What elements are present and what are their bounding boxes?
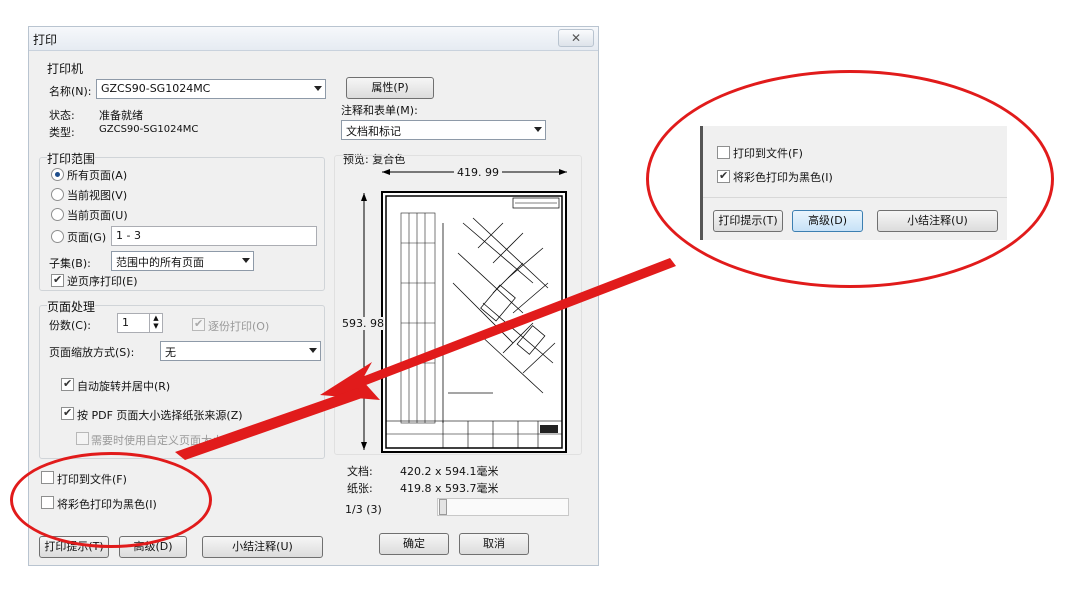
radio-current-page[interactable] (51, 208, 64, 221)
auto-rotate-checkbox[interactable] (61, 377, 74, 391)
radio-current-view[interactable] (51, 188, 64, 201)
chevron-down-icon (314, 86, 322, 91)
stepper-arrows-icon[interactable]: ▲ ▼ (149, 314, 162, 332)
radio-pages-label[interactable]: 页面(G) (67, 229, 106, 245)
radio-all-pages[interactable] (51, 168, 64, 181)
page-handling-title: 页面处理 (47, 298, 96, 315)
close-button[interactable]: ✕ (558, 29, 594, 47)
window-title: 打印 (33, 33, 58, 47)
collate-label[interactable]: 逐份打印(O) (208, 318, 269, 334)
scaling-label: 页面缩放方式(S): (49, 346, 135, 359)
chevron-down-icon (534, 127, 542, 132)
doc-size-label: 文档: (347, 465, 373, 478)
printer-group-title: 打印机 (47, 62, 84, 76)
preview-width-dim: 419. 99 (454, 166, 502, 179)
annotation-ellipse-small (10, 452, 212, 548)
subset-label: 子集(B): (49, 257, 91, 270)
paper-by-pdf-label[interactable]: 按 PDF 页面大小选择纸张来源(Z) (77, 407, 243, 423)
close-icon[interactable]: ✕ (571, 31, 581, 45)
reverse-order-label[interactable]: 逆页序打印(E) (67, 273, 138, 289)
subset-select[interactable]: 范围中的所有页面 (111, 251, 254, 271)
print-range-title: 打印范围 (47, 150, 96, 167)
preview-height-dim: 593. 98 (342, 317, 384, 330)
comments-forms-select[interactable]: 文档和标记 (341, 120, 546, 140)
status-value: 准备就绪 (99, 109, 143, 122)
type-value: GZCS90-SG1024MC (99, 124, 199, 135)
printer-name-label: 名称(N): (49, 85, 92, 98)
page-slider[interactable] (437, 498, 569, 516)
annotation-ellipse-large (646, 70, 1054, 288)
scaling-value: 无 (165, 346, 176, 359)
copies-label: 份数(C): (49, 319, 91, 332)
ok-button[interactable]: 确定 (379, 533, 449, 555)
custom-size-label[interactable]: 需要时使用自定义页面大小 (91, 432, 223, 448)
scaling-select[interactable]: 无 (160, 341, 321, 361)
pages-input[interactable]: 1 - 3 (111, 226, 317, 246)
copies-stepper[interactable]: 1 ▲ ▼ (117, 313, 163, 333)
paper-by-pdf-checkbox[interactable] (61, 406, 74, 420)
cancel-button[interactable]: 取消 (459, 533, 529, 555)
subset-value: 范围中的所有页面 (116, 256, 204, 269)
chevron-down-icon (309, 348, 317, 353)
drawing-preview-image (385, 195, 563, 449)
radio-pages[interactable] (51, 230, 64, 243)
paper-size-value: 419.8 x 593.7毫米 (400, 482, 499, 495)
doc-size-value: 420.2 x 594.1毫米 (400, 465, 499, 478)
copies-value: 1 (122, 316, 129, 329)
collate-checkbox[interactable] (192, 317, 205, 331)
paper-size-label: 纸张: (347, 482, 373, 495)
custom-size-checkbox[interactable] (76, 432, 89, 445)
printer-name-value: GZCS90-SG1024MC (101, 82, 211, 95)
chevron-down-icon (242, 258, 250, 263)
properties-button[interactable]: 属性(P) (346, 77, 434, 99)
page-preview-thumbnail (381, 191, 567, 453)
page-indicator: 1/3 (3) (345, 503, 382, 516)
slider-thumb[interactable] (439, 499, 447, 515)
reverse-order-checkbox[interactable] (51, 273, 64, 287)
printer-name-select[interactable]: GZCS90-SG1024MC (96, 79, 326, 99)
title-bar: 打印 ✕ (29, 27, 598, 51)
radio-all-pages-label[interactable]: 所有页面(A) (67, 167, 127, 183)
comments-forms-label: 注释和表单(M): (341, 104, 418, 117)
radio-current-view-label[interactable]: 当前视图(V) (67, 187, 127, 203)
comments-forms-value: 文档和标记 (346, 125, 401, 138)
status-label: 状态: (49, 109, 75, 122)
auto-rotate-label[interactable]: 自动旋转并居中(R) (77, 378, 170, 394)
radio-current-page-label[interactable]: 当前页面(U) (67, 207, 128, 223)
type-label: 类型: (49, 126, 75, 139)
summarize-comments-button[interactable]: 小结注释(U) (202, 536, 323, 558)
